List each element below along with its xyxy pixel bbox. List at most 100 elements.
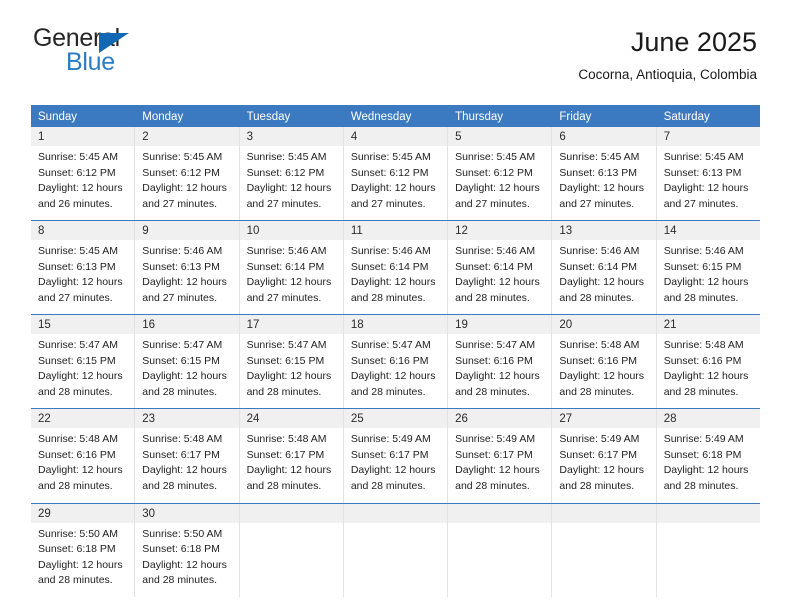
sunrise-text: Sunrise: 5:45 AM	[246, 151, 327, 163]
day-number[interactable]: 9	[135, 221, 240, 241]
day-cell[interactable]: Sunrise: 5:45 AM Sunset: 6:13 PM Dayligh…	[657, 146, 760, 220]
sunset-text: Sunset: 6:17 PM	[455, 448, 533, 461]
day-number[interactable]: 25	[344, 409, 449, 429]
daylight-text-line2: and 28 minutes.	[350, 385, 426, 398]
day-number[interactable]: 18	[344, 315, 449, 335]
day-cell[interactable]: Sunrise: 5:48 AM Sunset: 6:17 PM Dayligh…	[135, 428, 240, 503]
sunset-text: Sunset: 6:18 PM	[663, 448, 742, 461]
day-number[interactable]: 23	[135, 409, 240, 429]
sunrise-text: Sunrise: 5:49 AM	[559, 433, 640, 446]
day-cell[interactable]: Sunrise: 5:45 AM Sunset: 6:12 PM Dayligh…	[344, 146, 449, 221]
day-cell[interactable]: Sunrise: 5:49 AM Sunset: 6:17 PM Dayligh…	[344, 428, 449, 503]
day-cell[interactable]: Sunrise: 5:46 AM Sunset: 6:14 PM Dayligh…	[448, 240, 553, 315]
page-header: General Blue June 2025 Cocorna, Antioqui…	[0, 0, 792, 82]
day-number[interactable]: 17	[240, 315, 344, 335]
day-number[interactable]: 8	[31, 221, 136, 241]
weekday-header-saturday: Saturday	[663, 111, 710, 123]
day-cell[interactable]: Sunrise: 5:49 AM Sunset: 6:17 PM Dayligh…	[552, 428, 657, 503]
daylight-text-line2: and 26 minutes.	[38, 197, 113, 210]
daylight-text-line1: Daylight: 12 hours	[38, 464, 123, 477]
daylight-text-line1: Daylight: 12 hours	[142, 558, 227, 571]
daylight-text-line1: Daylight: 12 hours	[142, 370, 227, 383]
day-number[interactable]: 12	[448, 221, 553, 241]
day-cell[interactable]: Sunrise: 5:49 AM Sunset: 6:18 PM Dayligh…	[657, 428, 760, 502]
daylight-text-line1: Daylight: 12 hours	[142, 182, 227, 195]
day-cell[interactable]: Sunrise: 5:48 AM Sunset: 6:16 PM Dayligh…	[31, 428, 136, 503]
day-cell[interactable]: Sunrise: 5:47 AM Sunset: 6:16 PM Dayligh…	[344, 334, 449, 409]
day-number[interactable]: 19	[448, 315, 553, 335]
day-number[interactable]: 30	[135, 503, 240, 523]
day-number[interactable]: 27	[552, 409, 657, 429]
sunrise-text: Sunrise: 5:46 AM	[559, 245, 640, 258]
day-number[interactable]: 14	[657, 221, 760, 240]
sunrise-text: Sunrise: 5:50 AM	[142, 527, 223, 540]
day-cell[interactable]: Sunrise: 5:49 AM Sunset: 6:17 PM Dayligh…	[448, 428, 553, 503]
day-cell[interactable]: Sunrise: 5:45 AM Sunset: 6:13 PM Dayligh…	[31, 240, 136, 315]
sunset-text: Sunset: 6:16 PM	[350, 354, 429, 367]
sunrise-text: Sunrise: 5:47 AM	[142, 339, 223, 352]
day-cell[interactable]: Sunrise: 5:45 AM Sunset: 6:13 PM Dayligh…	[552, 146, 657, 221]
day-cell[interactable]: Sunrise: 5:46 AM Sunset: 6:14 PM Dayligh…	[552, 240, 657, 315]
day-cell-empty	[552, 522, 657, 597]
sunset-text: Sunset: 6:17 PM	[350, 448, 429, 461]
day-number[interactable]: 22	[31, 409, 136, 429]
day-cell[interactable]: Sunrise: 5:47 AM Sunset: 6:15 PM Dayligh…	[240, 334, 344, 409]
day-number[interactable]: 5	[448, 127, 553, 146]
day-number[interactable]: 6	[552, 127, 657, 146]
daylight-text-line1: Daylight: 12 hours	[350, 464, 436, 477]
day-cell[interactable]: Sunrise: 5:48 AM Sunset: 6:17 PM Dayligh…	[240, 428, 344, 503]
day-cell[interactable]: Sunrise: 5:45 AM Sunset: 6:12 PM Dayligh…	[135, 146, 240, 221]
day-number-empty	[657, 504, 760, 523]
day-cell[interactable]: Sunrise: 5:46 AM Sunset: 6:14 PM Dayligh…	[344, 240, 449, 315]
daylight-text-line2: and 27 minutes.	[559, 197, 635, 210]
day-cell[interactable]: Sunrise: 5:45 AM Sunset: 6:12 PM Dayligh…	[448, 146, 553, 221]
day-number[interactable]: 7	[657, 127, 760, 146]
day-cell[interactable]: Sunrise: 5:48 AM Sunset: 6:16 PM Dayligh…	[552, 334, 657, 409]
week-detail-strip: Sunrise: 5:48 AM Sunset: 6:16 PM Dayligh…	[31, 428, 760, 503]
day-cell[interactable]: Sunrise: 5:45 AM Sunset: 6:12 PM Dayligh…	[240, 146, 344, 221]
day-number[interactable]: 15	[31, 315, 136, 335]
calendar-page: General Blue June 2025 Cocorna, Antioqui…	[0, 0, 792, 612]
sunrise-text: Sunrise: 5:45 AM	[38, 245, 118, 258]
day-number[interactable]: 29	[31, 503, 136, 523]
logo-text-blue: Blue	[66, 48, 115, 76]
sunrise-text: Sunrise: 5:47 AM	[455, 339, 536, 352]
sunrise-text: Sunrise: 5:50 AM	[38, 527, 118, 540]
day-cell[interactable]: Sunrise: 5:46 AM Sunset: 6:15 PM Dayligh…	[657, 240, 760, 314]
daylight-text-line2: and 28 minutes.	[350, 479, 426, 492]
daylight-text-line2: and 28 minutes.	[246, 385, 322, 398]
sunrise-text: Sunrise: 5:45 AM	[350, 151, 431, 163]
day-number[interactable]: 21	[657, 315, 760, 334]
day-number[interactable]: 24	[240, 409, 344, 429]
day-cell[interactable]: Sunrise: 5:47 AM Sunset: 6:15 PM Dayligh…	[135, 334, 240, 409]
day-number[interactable]: 4	[344, 127, 449, 146]
day-cell-empty	[344, 522, 449, 597]
day-cell[interactable]: Sunrise: 5:50 AM Sunset: 6:18 PM Dayligh…	[135, 522, 240, 597]
day-number[interactable]: 28	[657, 409, 760, 428]
sunset-text: Sunset: 6:14 PM	[350, 260, 429, 273]
sunrise-text: Sunrise: 5:46 AM	[663, 245, 744, 258]
day-number-empty	[240, 503, 344, 523]
day-number[interactable]: 1	[31, 127, 136, 146]
day-number[interactable]: 13	[552, 221, 657, 241]
day-number[interactable]: 10	[240, 221, 344, 241]
daylight-text-line2: and 28 minutes.	[455, 479, 530, 492]
day-cell[interactable]: Sunrise: 5:50 AM Sunset: 6:18 PM Dayligh…	[31, 522, 136, 597]
day-number[interactable]: 26	[448, 409, 553, 429]
day-cell[interactable]: Sunrise: 5:46 AM Sunset: 6:14 PM Dayligh…	[240, 240, 344, 315]
daylight-text-line2: and 28 minutes.	[663, 479, 739, 492]
day-number[interactable]: 20	[552, 315, 657, 335]
day-cell[interactable]: Sunrise: 5:47 AM Sunset: 6:16 PM Dayligh…	[448, 334, 553, 409]
day-number[interactable]: 3	[240, 127, 344, 146]
day-number[interactable]: 11	[344, 221, 449, 241]
day-cell[interactable]: Sunrise: 5:47 AM Sunset: 6:15 PM Dayligh…	[31, 334, 136, 409]
week-detail-strip: Sunrise: 5:47 AM Sunset: 6:15 PM Dayligh…	[31, 334, 760, 409]
day-number[interactable]: 2	[135, 127, 240, 146]
calendar-week-row: 8 9 10 11 12 13 14 Sunrise: 5:45 AM Suns…	[31, 220, 760, 315]
daylight-text-line2: and 28 minutes.	[663, 385, 739, 398]
day-number[interactable]: 16	[135, 315, 240, 335]
day-cell[interactable]: Sunrise: 5:46 AM Sunset: 6:13 PM Dayligh…	[135, 240, 240, 315]
day-cell[interactable]: Sunrise: 5:48 AM Sunset: 6:16 PM Dayligh…	[657, 334, 760, 408]
day-cell[interactable]: Sunrise: 5:45 AM Sunset: 6:12 PM Dayligh…	[31, 146, 136, 221]
general-blue-logo[interactable]: General Blue	[33, 26, 213, 78]
